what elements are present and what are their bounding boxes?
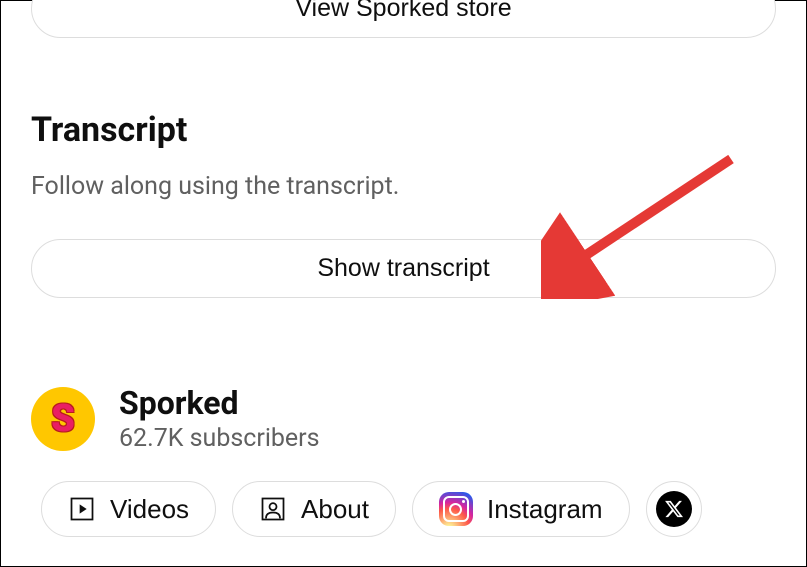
view-store-label: View Sporked store	[295, 0, 511, 22]
about-label: About	[301, 494, 369, 525]
videos-chip[interactable]: Videos	[41, 481, 216, 537]
channel-links-row: Videos About Instagram	[31, 481, 776, 537]
show-transcript-label: Show transcript	[317, 254, 489, 282]
play-box-icon	[68, 495, 96, 523]
channel-avatar[interactable]: S	[31, 387, 95, 451]
instagram-icon	[439, 492, 473, 526]
instagram-chip[interactable]: Instagram	[412, 481, 630, 537]
channel-section: S Sporked 62.7K subscribers	[31, 384, 776, 453]
person-icon	[259, 495, 287, 523]
channel-avatar-letter: S	[51, 397, 75, 441]
x-icon	[656, 491, 692, 527]
instagram-label: Instagram	[487, 494, 603, 525]
channel-subscribers: 62.7K subscribers	[119, 424, 320, 453]
videos-label: Videos	[110, 494, 189, 525]
transcript-heading: Transcript	[31, 110, 776, 150]
about-chip[interactable]: About	[232, 481, 396, 537]
transcript-description: Follow along using the transcript.	[31, 172, 776, 201]
view-store-button[interactable]: View Sporked store	[31, 0, 776, 38]
x-twitter-chip[interactable]	[646, 481, 702, 537]
channel-info: Sporked 62.7K subscribers	[119, 384, 320, 453]
show-transcript-button[interactable]: Show transcript	[31, 239, 776, 298]
transcript-section: Transcript Follow along using the transc…	[31, 110, 776, 298]
channel-name[interactable]: Sporked	[119, 384, 320, 422]
